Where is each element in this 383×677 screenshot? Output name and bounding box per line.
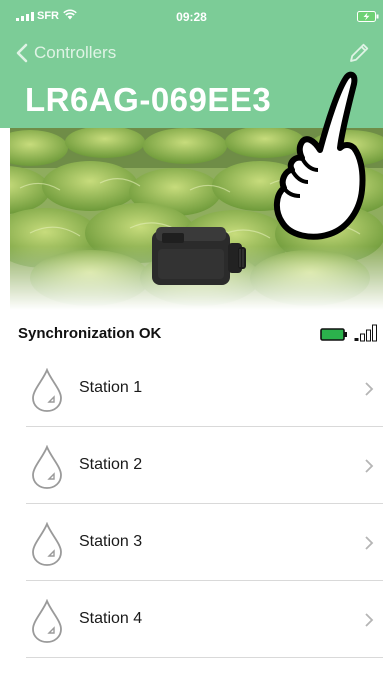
signal-strength-icon <box>354 324 377 342</box>
sync-status-row: Synchronization OK <box>0 318 383 350</box>
pencil-icon[interactable] <box>347 41 371 65</box>
water-drop-icon <box>32 599 62 643</box>
divider <box>26 657 383 658</box>
sync-status-label: Synchronization OK <box>18 325 162 342</box>
chevron-right-icon <box>365 536 374 550</box>
chevron-right-icon <box>365 459 374 473</box>
station-label: Station 2 <box>79 456 143 473</box>
battery-level-icon <box>320 328 347 341</box>
status-bar: SFR 09:28 <box>0 0 383 30</box>
clock: 09:28 <box>176 10 207 24</box>
battery-icon <box>357 11 379 22</box>
back-chevron-icon <box>16 43 28 63</box>
water-drop-icon <box>32 445 62 489</box>
station-label: Station 3 <box>79 533 143 550</box>
station-row-2[interactable]: Station 2 <box>0 427 383 504</box>
station-label: Station 1 <box>79 379 143 396</box>
station-label: Station 4 <box>79 610 143 627</box>
header: SFR 09:28 Controllers LR6AG-069EE3 <box>0 0 383 128</box>
back-label: Controllers <box>34 43 117 62</box>
station-row-1[interactable]: Station 1 <box>0 350 383 427</box>
back-button[interactable]: Controllers <box>16 41 116 65</box>
station-row-3[interactable]: Station 3 <box>0 504 383 581</box>
station-row-4[interactable]: Station 4 <box>0 581 383 658</box>
water-drop-icon <box>32 368 62 412</box>
screen: SFR 09:28 Controllers LR6AG-069EE3 Synch… <box>0 0 383 677</box>
controller-device-image <box>152 227 246 285</box>
chevron-right-icon <box>365 613 374 627</box>
water-drop-icon <box>32 522 62 566</box>
chevron-right-icon <box>365 382 374 396</box>
controller-name: LR6AG-069EE3 <box>25 81 272 118</box>
